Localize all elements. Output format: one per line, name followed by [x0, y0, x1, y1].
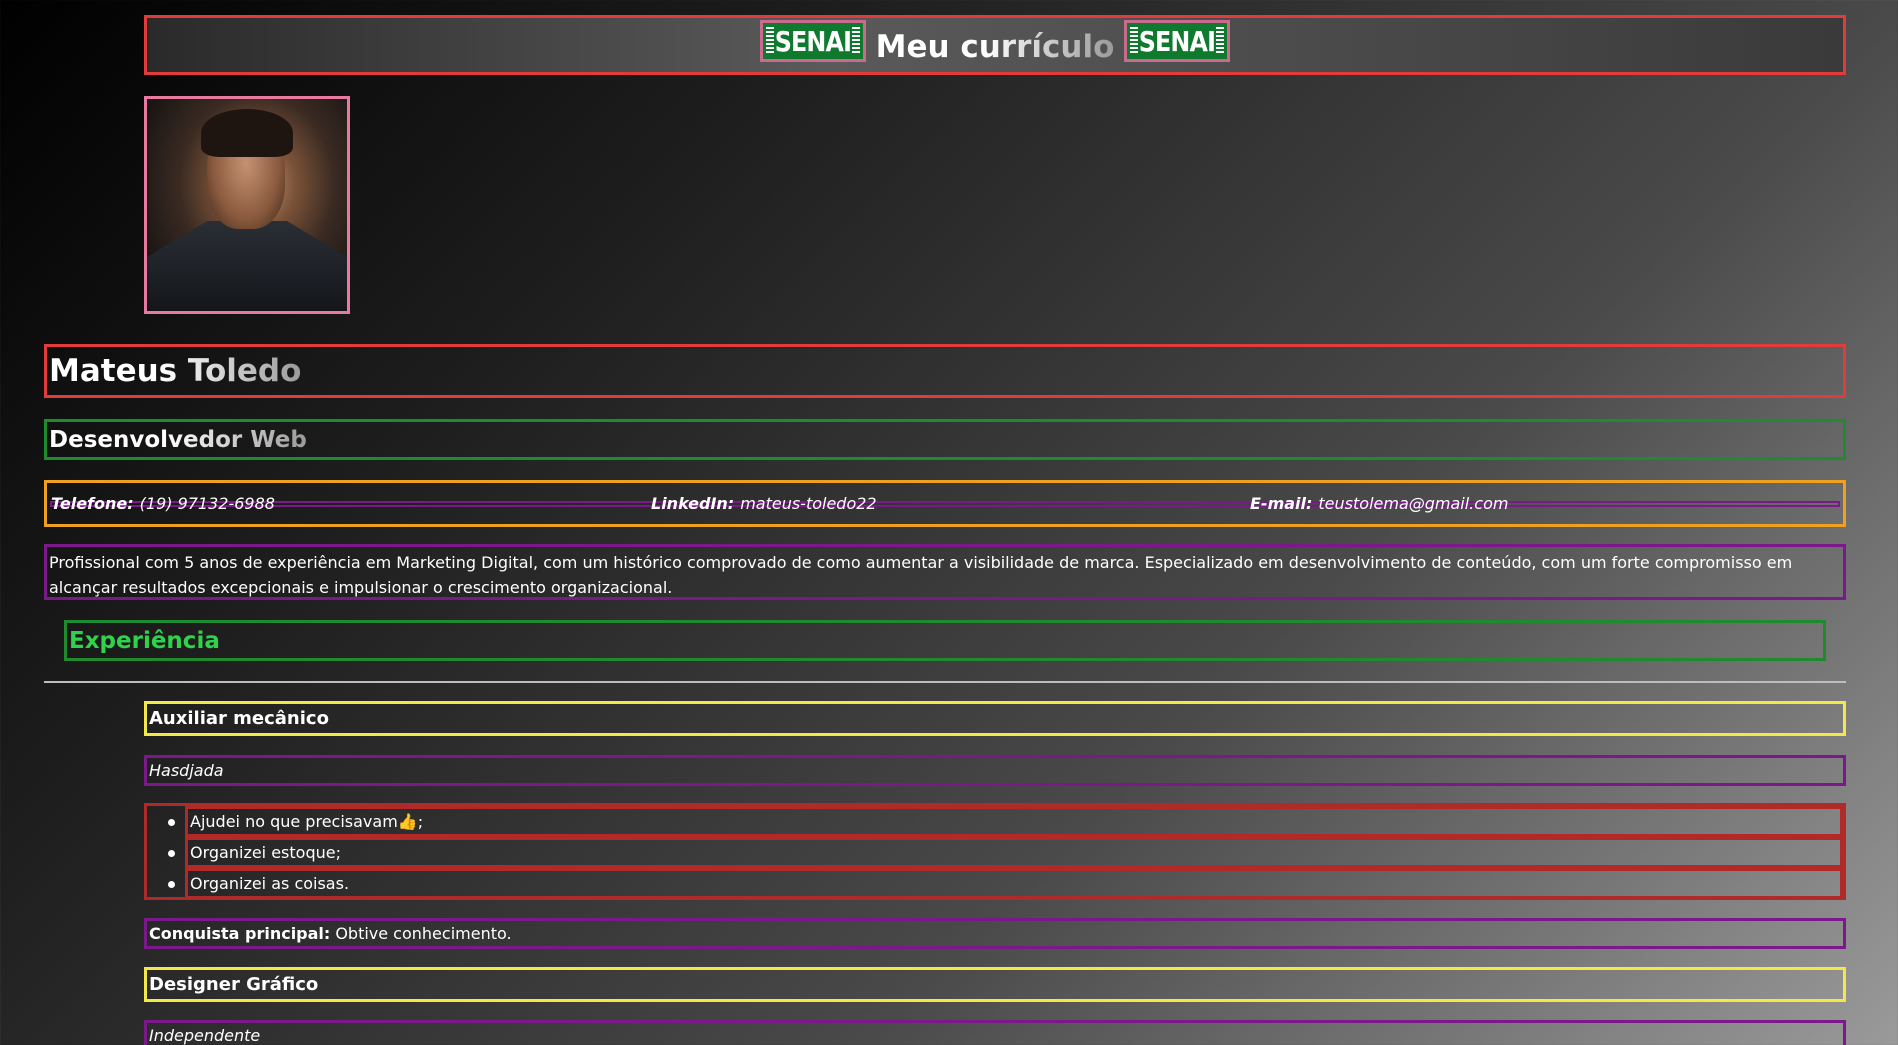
phone-label: Telefone:: [51, 494, 134, 513]
contact-strip: [50, 501, 1840, 507]
list-item: Organizei estoque;: [168, 837, 1843, 868]
page-title: Meu currículo: [875, 29, 1115, 65]
job-achievement: Conquista principal: Obtive conhecimento.: [144, 918, 1846, 949]
email-label: E-mail:: [1250, 494, 1313, 513]
list-item: Organizei as coisas.: [168, 868, 1843, 899]
senai-logo-left: SENAI: [759, 20, 866, 62]
full-name: Mateus Toledo: [49, 353, 302, 389]
summary-section: Profissional com 5 anos de experiência e…: [44, 544, 1846, 600]
job-company: Independente: [144, 1020, 1846, 1045]
senai-logo-text: SENAI: [774, 24, 851, 58]
contact-email[interactable]: E-mail: teustolema@gmail.com: [1250, 494, 1508, 513]
job-company: Hasdjada: [144, 755, 1846, 786]
role-section: Desenvolvedor Web: [44, 419, 1846, 460]
senai-logo-right: SENAI: [1124, 20, 1231, 62]
name-section: Mateus Toledo: [44, 344, 1846, 398]
page-header: SENAI Meu currículo SENAI: [144, 15, 1846, 75]
achievement-value: Obtive conhecimento.: [335, 924, 512, 943]
contact-linkedin[interactable]: LinkedIn: mateus-toledo22: [651, 494, 877, 513]
list-item: Ajudei no que precisavam👍;: [168, 806, 1843, 837]
profile-photo: [144, 96, 350, 314]
experience-title-section: Experiência: [64, 620, 1826, 661]
senai-logo-text: SENAI: [1139, 24, 1216, 58]
job-title: Designer Gráfico: [144, 967, 1846, 1002]
phone-value: (19) 97132-6988: [139, 494, 275, 513]
email-value[interactable]: teustolema@gmail.com: [1318, 494, 1508, 513]
contact-phone: Telefone: (19) 97132-6988: [51, 494, 275, 513]
linkedin-value[interactable]: mateus-toledo22: [740, 494, 876, 513]
job-title: Auxiliar mecânico: [144, 701, 1846, 736]
section-divider: [44, 681, 1846, 683]
achievement-label: Conquista principal:: [149, 924, 331, 943]
linkedin-label: LinkedIn:: [651, 494, 735, 513]
experience-title: Experiência: [69, 627, 220, 654]
job-role: Desenvolvedor Web: [49, 426, 307, 453]
contact-section: Telefone: (19) 97132-6988 LinkedIn: mateus…: [44, 480, 1846, 527]
job-tasks-list: Ajudei no que precisavam👍; Organizei est…: [144, 803, 1846, 900]
